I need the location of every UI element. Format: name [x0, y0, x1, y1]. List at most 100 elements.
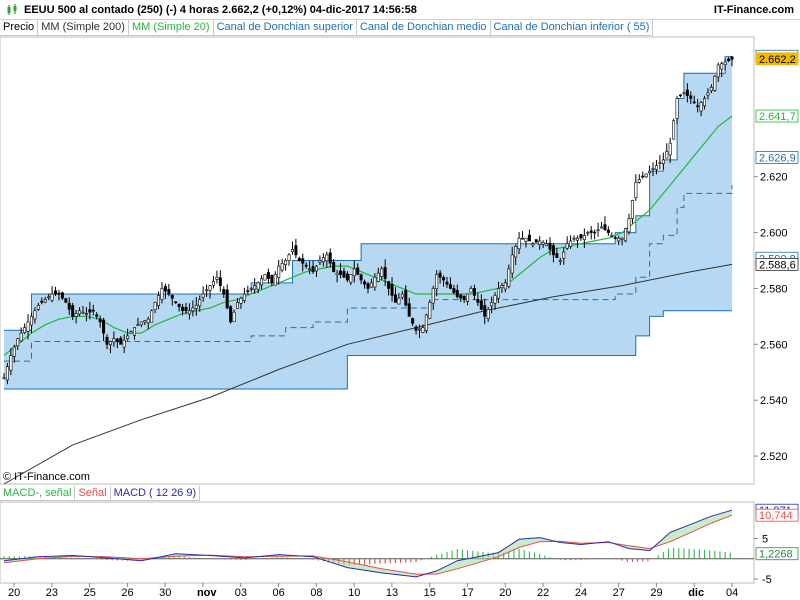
candle-body	[493, 295, 497, 304]
candle-body	[490, 302, 494, 307]
watermark: © IT-Finance.com	[3, 471, 90, 483]
candle-body	[521, 237, 525, 240]
candle-body	[555, 253, 559, 259]
candle-body	[524, 237, 528, 242]
candle-body	[157, 295, 161, 306]
candle-body	[531, 243, 535, 246]
candle-body	[579, 234, 583, 239]
candle-body	[208, 285, 212, 291]
candle-body	[562, 251, 566, 259]
candle-body	[105, 336, 109, 345]
candle-body	[74, 313, 78, 317]
candle-body	[253, 285, 257, 290]
candle-body	[266, 272, 270, 279]
candle-body	[270, 275, 274, 284]
candle-body	[678, 94, 682, 97]
candle-body	[318, 260, 322, 263]
candle-body	[112, 338, 116, 343]
candle-body	[723, 61, 727, 66]
candle-body	[328, 252, 332, 264]
candle-body	[637, 179, 641, 183]
candle-body	[19, 332, 23, 342]
x-tick-label: 17	[461, 587, 473, 599]
candle-body	[242, 293, 246, 301]
candle-body	[287, 254, 291, 261]
candle-body	[603, 224, 607, 231]
candle-body	[126, 335, 130, 340]
candle-body	[194, 304, 198, 309]
candle-body	[81, 311, 85, 314]
candle-body	[33, 310, 37, 320]
candle-body	[29, 316, 33, 326]
macd-legend-item[interactable]: MACD ( 12 26 9)	[110, 486, 201, 501]
candle-body	[273, 274, 277, 286]
macd-tag-label: 10,744	[759, 510, 793, 522]
candle-body	[332, 262, 336, 272]
candle-body	[390, 283, 394, 296]
candle-body	[503, 282, 507, 290]
candle-body	[496, 288, 500, 299]
candle-body	[239, 297, 243, 304]
price-tag-label: 2.588,6	[759, 259, 796, 271]
candle-body	[47, 296, 51, 299]
x-tick-label: dic	[688, 587, 704, 599]
candle-body	[634, 181, 638, 198]
candle-body	[424, 314, 428, 331]
candle-body	[713, 75, 717, 91]
candle-body	[325, 254, 329, 262]
candle-body	[541, 242, 545, 245]
candle-body	[36, 304, 40, 310]
candle-body	[136, 324, 140, 327]
candle-body	[435, 274, 439, 290]
x-tick-label: 03	[235, 587, 247, 599]
candle-body	[284, 260, 288, 265]
candle-body	[184, 307, 188, 312]
candle-body	[421, 327, 425, 333]
candle-body	[644, 173, 648, 178]
candle-body	[548, 242, 552, 250]
candle-body	[119, 337, 123, 345]
candle-body	[146, 318, 150, 324]
candle-body	[654, 165, 658, 170]
candle-body	[575, 237, 579, 241]
candle-body	[606, 229, 610, 233]
candle-body	[428, 302, 432, 319]
candle-body	[418, 328, 422, 331]
candle-body	[201, 293, 205, 298]
candle-body	[9, 355, 13, 371]
candle-body	[630, 200, 634, 219]
candle-body	[486, 309, 490, 319]
candle-body	[297, 258, 301, 261]
candle-body	[54, 290, 58, 295]
candle-body	[689, 95, 693, 99]
candle-body	[294, 245, 298, 256]
price-tick-label: 2.520	[760, 451, 788, 463]
candle-body	[356, 267, 360, 275]
candle-body	[153, 302, 157, 311]
price-chart[interactable]: 2.5202.5402.5602.5802.6002.6202.663,12.6…	[0, 0, 800, 600]
candle-body	[335, 272, 339, 275]
candle-body	[627, 218, 631, 233]
x-tick-label: 26	[121, 587, 133, 599]
macd-tick-label: 5	[762, 533, 768, 545]
x-tick-label: 08	[310, 587, 322, 599]
candle-body	[699, 102, 703, 112]
candle-body	[191, 307, 195, 312]
candle-body	[706, 92, 710, 96]
price-tag-label: 2.641,7	[759, 111, 796, 123]
candle-body	[668, 142, 672, 156]
candle-body	[321, 257, 325, 263]
candle-body	[170, 294, 174, 299]
candle-body	[26, 321, 30, 332]
macd-legend-item[interactable]: MACD-, señal	[0, 486, 76, 501]
candle-body	[527, 234, 531, 242]
candle-body	[438, 272, 442, 278]
candle-body	[290, 249, 294, 252]
candle-body	[311, 266, 315, 272]
candle-body	[455, 289, 459, 298]
candle-body	[5, 366, 9, 381]
candle-body	[363, 281, 367, 285]
candle-body	[222, 289, 226, 295]
candle-body	[596, 229, 600, 232]
macd-legend-item[interactable]: Señal	[75, 486, 111, 501]
